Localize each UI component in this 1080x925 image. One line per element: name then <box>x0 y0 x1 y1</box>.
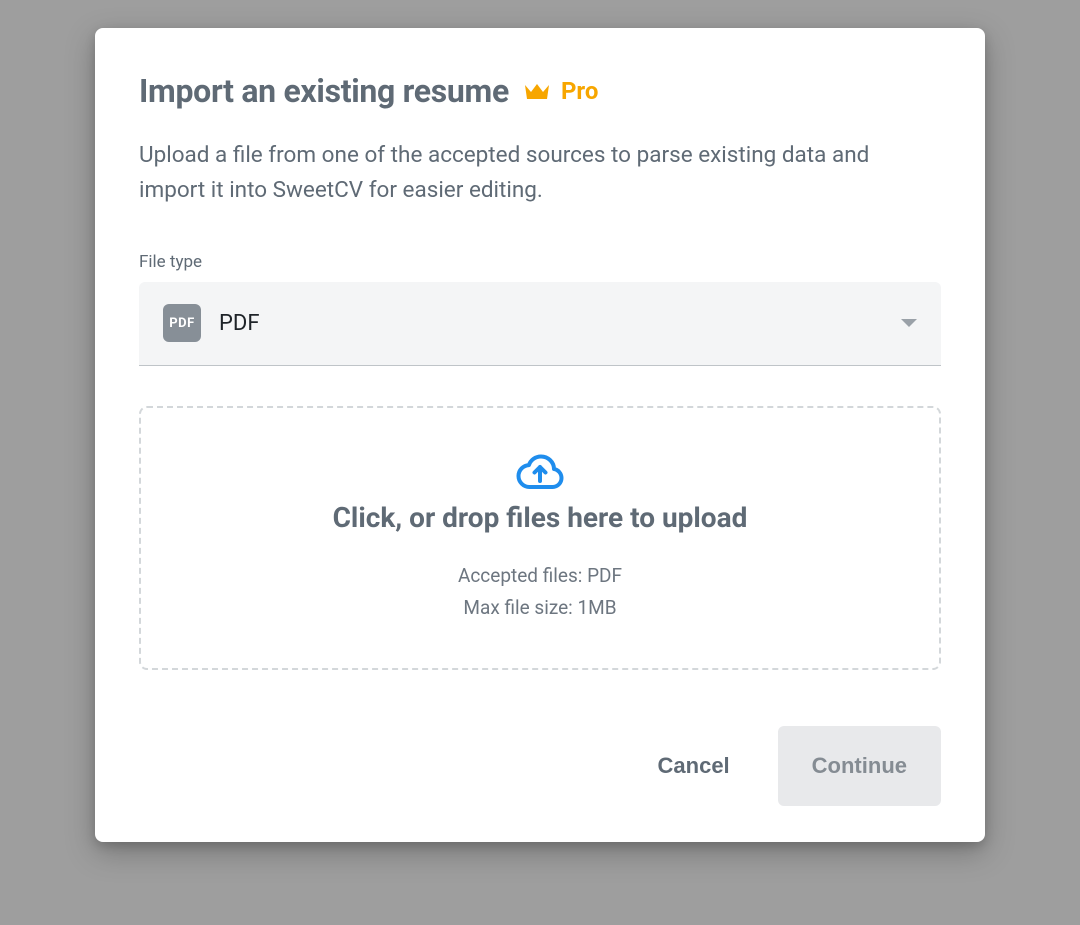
modal-title: Import an existing resume <box>139 72 509 110</box>
modal-header: Import an existing resume Pro <box>139 72 941 110</box>
cancel-button[interactable]: Cancel <box>624 726 764 806</box>
crown-icon <box>523 81 551 101</box>
file-type-label: File type <box>139 252 941 272</box>
continue-button[interactable]: Continue <box>778 726 941 806</box>
pro-badge: Pro <box>561 77 598 105</box>
chevron-down-icon <box>901 319 917 327</box>
cloud-upload-icon <box>516 451 564 491</box>
file-type-select[interactable]: PDF PDF <box>139 282 941 366</box>
file-dropzone[interactable]: Click, or drop files here to upload Acce… <box>139 406 941 670</box>
dropzone-title: Click, or drop files here to upload <box>333 501 748 534</box>
modal-actions: Cancel Continue <box>139 726 941 806</box>
dropzone-max-size: Max file size: 1MB <box>463 592 616 624</box>
modal-description: Upload a file from one of the accepted s… <box>139 138 919 208</box>
file-type-value: PDF <box>219 311 901 336</box>
import-resume-modal: Import an existing resume Pro Upload a f… <box>95 28 985 842</box>
pdf-icon: PDF <box>163 304 201 342</box>
dropzone-accepted: Accepted files: PDF <box>458 560 622 592</box>
